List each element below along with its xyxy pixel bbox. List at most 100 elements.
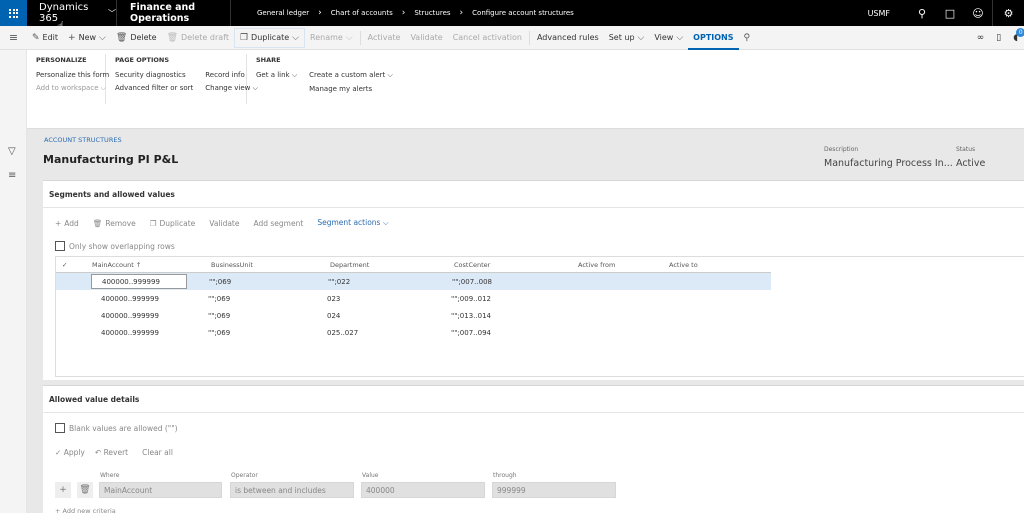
cell-mainaccount[interactable]: 400000..999999 <box>91 274 187 289</box>
clear-all-button[interactable]: Clear all <box>142 448 173 457</box>
app-switcher[interactable]: Dynamics 365 ﹀ <box>27 0 117 26</box>
overlap-checkbox[interactable] <box>55 241 65 251</box>
add-criteria-row-button[interactable]: + <box>55 482 71 498</box>
cancel-activation-button[interactable]: Cancel activation <box>448 26 527 50</box>
details-header[interactable]: Allowed value details <box>43 386 1024 413</box>
get-a-link-menu[interactable]: Get a link ⌵ <box>256 71 297 80</box>
column-header-active-from[interactable]: Active from <box>578 261 669 269</box>
module-name[interactable]: Finance and Operations <box>117 0 231 26</box>
cell-department[interactable]: 023 <box>327 295 451 303</box>
page-caption: ACCOUNT STRUCTURES <box>44 136 122 144</box>
notifications-button[interactable]: ◖ 0 <box>1013 27 1024 43</box>
breadcrumb-item[interactable]: Structures <box>414 9 450 17</box>
activate-button[interactable]: Activate <box>363 26 406 50</box>
cell-businessunit[interactable]: "";069 <box>186 329 327 337</box>
add-button[interactable]: + Add <box>55 219 79 228</box>
cell-mainaccount[interactable]: 400000..999999 <box>91 325 186 340</box>
chevron-down-icon: ⌵ <box>676 32 684 43</box>
column-header-costcenter[interactable]: CostCenter <box>454 261 578 269</box>
cell-costcenter[interactable]: "";009..012 <box>451 295 575 303</box>
cell-costcenter[interactable]: "";013..014 <box>451 312 575 320</box>
search-icon[interactable]: ⚲ <box>908 0 936 26</box>
column-header-department[interactable]: Department <box>330 261 454 269</box>
validate-button[interactable]: Validate <box>209 219 239 228</box>
column-header-businessunit[interactable]: BusinessUnit <box>206 261 330 269</box>
list-icon[interactable]: ≡ <box>8 170 16 181</box>
column-header-mainaccount[interactable]: MainAccount ↑ <box>91 261 206 269</box>
operator-field[interactable]: is between and includes <box>230 482 354 498</box>
company-picker[interactable]: USMF <box>868 9 890 18</box>
office-icon[interactable]: ▯ <box>996 33 1001 43</box>
table-row[interactable]: 400000..999999 "";069 023 "";009..012 <box>56 290 771 307</box>
manage-alerts-link[interactable]: Manage my alerts <box>309 85 393 93</box>
hamburger-menu-icon[interactable]: ≡ <box>0 31 27 44</box>
security-diagnostics-link[interactable]: Security diagnostics <box>115 71 193 79</box>
add-new-criteria-link[interactable]: + Add new criteria <box>55 507 116 513</box>
blank-values-checkbox-row: Blank values are allowed ("") <box>55 423 178 433</box>
segments-header[interactable]: Segments and allowed values <box>43 181 1024 208</box>
segments-grid: ✓ MainAccount ↑ BusinessUnit Department … <box>55 256 1024 377</box>
copy-icon: ❐ <box>239 32 249 43</box>
operator-label: Operator <box>231 472 258 479</box>
through-field[interactable]: 999999 <box>492 482 616 498</box>
add-to-workspace-link[interactable]: Add to workspace ⌵ <box>36 84 109 93</box>
duplicate-button[interactable]: ❐ Duplicate ⌵ <box>233 27 305 48</box>
cell-department[interactable]: 024 <box>327 312 451 320</box>
delete-draft-button[interactable]: 🗑 Delete draft <box>162 26 234 50</box>
gear-icon[interactable]: ⚙ <box>992 0 1024 26</box>
cell-department[interactable]: 025..027 <box>327 329 451 337</box>
advanced-rules-button[interactable]: Advanced rules <box>532 26 604 50</box>
chevron-down-icon: ⌵ <box>292 32 299 43</box>
breadcrumb-item[interactable]: General ledger <box>257 9 309 17</box>
smiley-icon[interactable]: ☺ <box>964 0 992 26</box>
cell-costcenter[interactable]: "";007..094 <box>451 329 575 337</box>
search-icon: ⚲ <box>743 32 751 43</box>
cell-costcenter[interactable]: "";007..008 <box>452 278 576 286</box>
breadcrumb-item[interactable]: Configure account structures <box>472 9 574 17</box>
duplicate-button[interactable]: ❐ Duplicate <box>150 219 195 228</box>
add-segment-button[interactable]: Add segment <box>254 219 304 228</box>
advanced-filter-link[interactable]: Advanced filter or sort <box>115 84 193 92</box>
create-alert-menu[interactable]: Create a custom alert ⌵ <box>309 71 393 80</box>
filter-icon[interactable]: ▽ <box>8 146 16 157</box>
divider <box>359 30 361 45</box>
segment-actions-menu[interactable]: Segment actions ⌵ <box>317 218 388 228</box>
set-up-menu[interactable]: Set up ⌵ <box>604 26 650 50</box>
ribbon-group-share: SHARE Get a link ⌵ Create a custom alert… <box>247 54 401 104</box>
remove-button[interactable]: 🗑 Remove <box>93 219 136 228</box>
view-menu[interactable]: View ⌵ <box>649 26 688 50</box>
table-row[interactable]: 400000..999999 "";069 025..027 "";007..0… <box>56 324 771 341</box>
cell-businessunit[interactable]: "";069 <box>186 295 327 303</box>
action-search-button[interactable]: ⚲ <box>739 26 756 50</box>
breadcrumb-item[interactable]: Chart of accounts <box>331 9 393 17</box>
cell-department[interactable]: "";022 <box>328 278 452 286</box>
cell-businessunit[interactable]: "";069 <box>187 278 328 286</box>
delete-criteria-row-button[interactable]: 🗑 <box>77 482 93 498</box>
tab-options[interactable]: OPTIONS <box>688 28 739 50</box>
edit-button[interactable]: ✎ Edit <box>27 26 63 50</box>
select-all-checkmark-icon[interactable]: ✓ <box>56 261 82 269</box>
column-header-active-to[interactable]: Active to <box>669 261 759 269</box>
options-label: OPTIONS <box>693 33 734 42</box>
app-launcher-button[interactable] <box>0 0 27 26</box>
message-icon[interactable]: □ <box>936 0 964 26</box>
cell-mainaccount[interactable]: 400000..999999 <box>91 308 186 323</box>
rename-button[interactable]: Rename ⌵ <box>305 26 358 50</box>
blank-values-checkbox[interactable] <box>55 423 65 433</box>
apply-button[interactable]: ✓ Apply <box>55 448 85 457</box>
personalize-form-link[interactable]: Personalize this form <box>36 71 109 79</box>
table-row[interactable]: 400000..999999 "";069 "";022 "";007..008 <box>56 273 771 290</box>
trash-icon: 🗑 <box>92 218 103 228</box>
value-field[interactable]: 400000 <box>361 482 485 498</box>
cell-businessunit[interactable]: "";069 <box>186 312 327 320</box>
cell-mainaccount[interactable]: 400000..999999 <box>91 291 186 306</box>
delete-button[interactable]: 🗑 Delete <box>111 26 162 50</box>
validate-button[interactable]: Validate <box>405 26 447 50</box>
link-icon[interactable]: ∞ <box>977 33 985 43</box>
revert-button[interactable]: ↶ Revert <box>95 448 128 457</box>
trash-icon: 🗑 <box>79 485 91 495</box>
table-row[interactable]: 400000..999999 "";069 024 "";013..014 <box>56 307 771 324</box>
allowed-value-details-card: Allowed value details Blank values are a… <box>43 385 1024 513</box>
where-field[interactable]: MainAccount <box>99 482 222 498</box>
new-button[interactable]: + New ⌵ <box>63 26 111 50</box>
